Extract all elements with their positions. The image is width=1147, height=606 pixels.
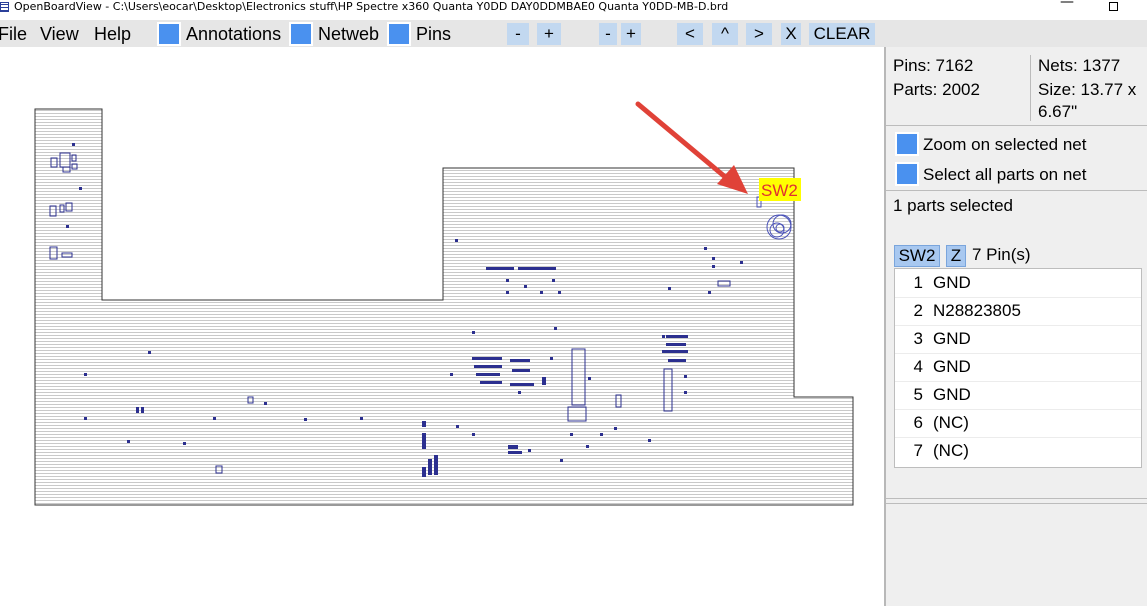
zoom-in-button[interactable]: + [537,23,561,45]
pan-right-button[interactable]: > [746,23,772,45]
close-x-button[interactable]: X [781,23,801,45]
title-bar: OpenBoardView - C:\Users\eocar\Desktop\E… [0,0,1147,20]
parts-count: Parts: 2002 [893,80,980,99]
z-button[interactable]: Z [946,245,966,267]
callout-label: SW2 [761,181,798,200]
pan-up-button[interactable]: ^ [712,23,738,45]
pins-label: Pins [416,24,452,44]
pin-net: GND [933,385,971,404]
pin-number: 4 [913,357,923,376]
app-icon [0,2,9,12]
menu-view[interactable]: View [40,24,79,45]
divider-3 [886,498,1147,499]
stats-divider [1030,55,1031,121]
zoom-selected-net-checkbox[interactable] [895,132,919,156]
pin-row[interactable]: 1 GND [895,269,1141,298]
pin-number: 7 [913,441,923,460]
pin-net: GND [933,273,971,292]
annotations-label: Annotations [186,24,282,44]
zoom-out-button[interactable]: - [507,23,529,45]
window-title: OpenBoardView - C:\Users\eocar\Desktop\E… [14,0,729,13]
pin-number: 2 [913,301,923,320]
pin-net: GND [933,357,971,376]
pin-number: 6 [913,413,923,432]
pan-left-button[interactable]: < [677,23,703,45]
board-outline [34,108,854,506]
pins-checkbox[interactable] [389,24,409,44]
pin-count-text: 7 Pin(s) [972,245,1031,264]
pin-row[interactable]: 7 (NC) [895,437,1141,465]
pin-row[interactable]: 6 (NC) [895,409,1141,438]
pin-row[interactable]: 5 GND [895,381,1141,410]
zoom-selected-net-label: Zoom on selected net [923,135,1087,154]
board-canvas[interactable]: SW2 [0,47,884,606]
pin-net: (NC) [933,413,969,432]
size-down-button[interactable]: - [599,23,617,45]
select-all-parts-checkbox[interactable] [895,162,919,186]
select-all-parts-label: Select all parts on net [923,165,1087,184]
annotations-checkbox[interactable] [159,24,179,44]
pin-net: (NC) [933,441,969,460]
menu-help[interactable]: Help [94,24,131,45]
pin-net: N28823805 [933,301,1021,320]
maximize-button[interactable] [1109,2,1118,11]
pin-number: 1 [913,273,923,292]
pin-row[interactable]: 3 GND [895,325,1141,354]
netweb-label: Netweb [318,24,380,44]
clear-button[interactable]: CLEAR [809,23,875,45]
pins-count: Pins: 7162 [893,56,974,75]
pin-row[interactable]: 2 N28823805 [895,297,1141,326]
parts-selected-text: 1 parts selected [893,196,1014,215]
pin-net: GND [933,329,971,348]
selected-part-button[interactable]: SW2 [894,245,940,267]
divider-1 [886,125,1147,126]
size-up-button[interactable]: + [621,23,641,45]
pin-number: 3 [913,329,923,348]
board-size-line2: 6.67" [1038,102,1078,121]
divider-4 [886,503,1147,504]
menu-file[interactable]: File [0,24,27,45]
menu-toolbar: File View Help Annotations Netweb Pins -… [0,20,1147,47]
info-panel: Pins: 7162 Parts: 2002 Nets: 1377 Size: … [884,47,1147,606]
board-drawing[interactable]: SW2 [0,47,884,606]
netweb-checkbox[interactable] [291,24,311,44]
board-size-line1: Size: 13.77 x [1038,80,1137,99]
pin-list[interactable]: 1 GND 2 N28823805 3 GND 4 GND 5 GND 6 (N… [894,268,1142,468]
minimize-button[interactable]: — [1060,0,1074,9]
pin-number: 5 [913,385,923,404]
pin-row[interactable]: 4 GND [895,353,1141,382]
nets-count: Nets: 1377 [1038,56,1121,75]
divider-2 [886,190,1147,191]
